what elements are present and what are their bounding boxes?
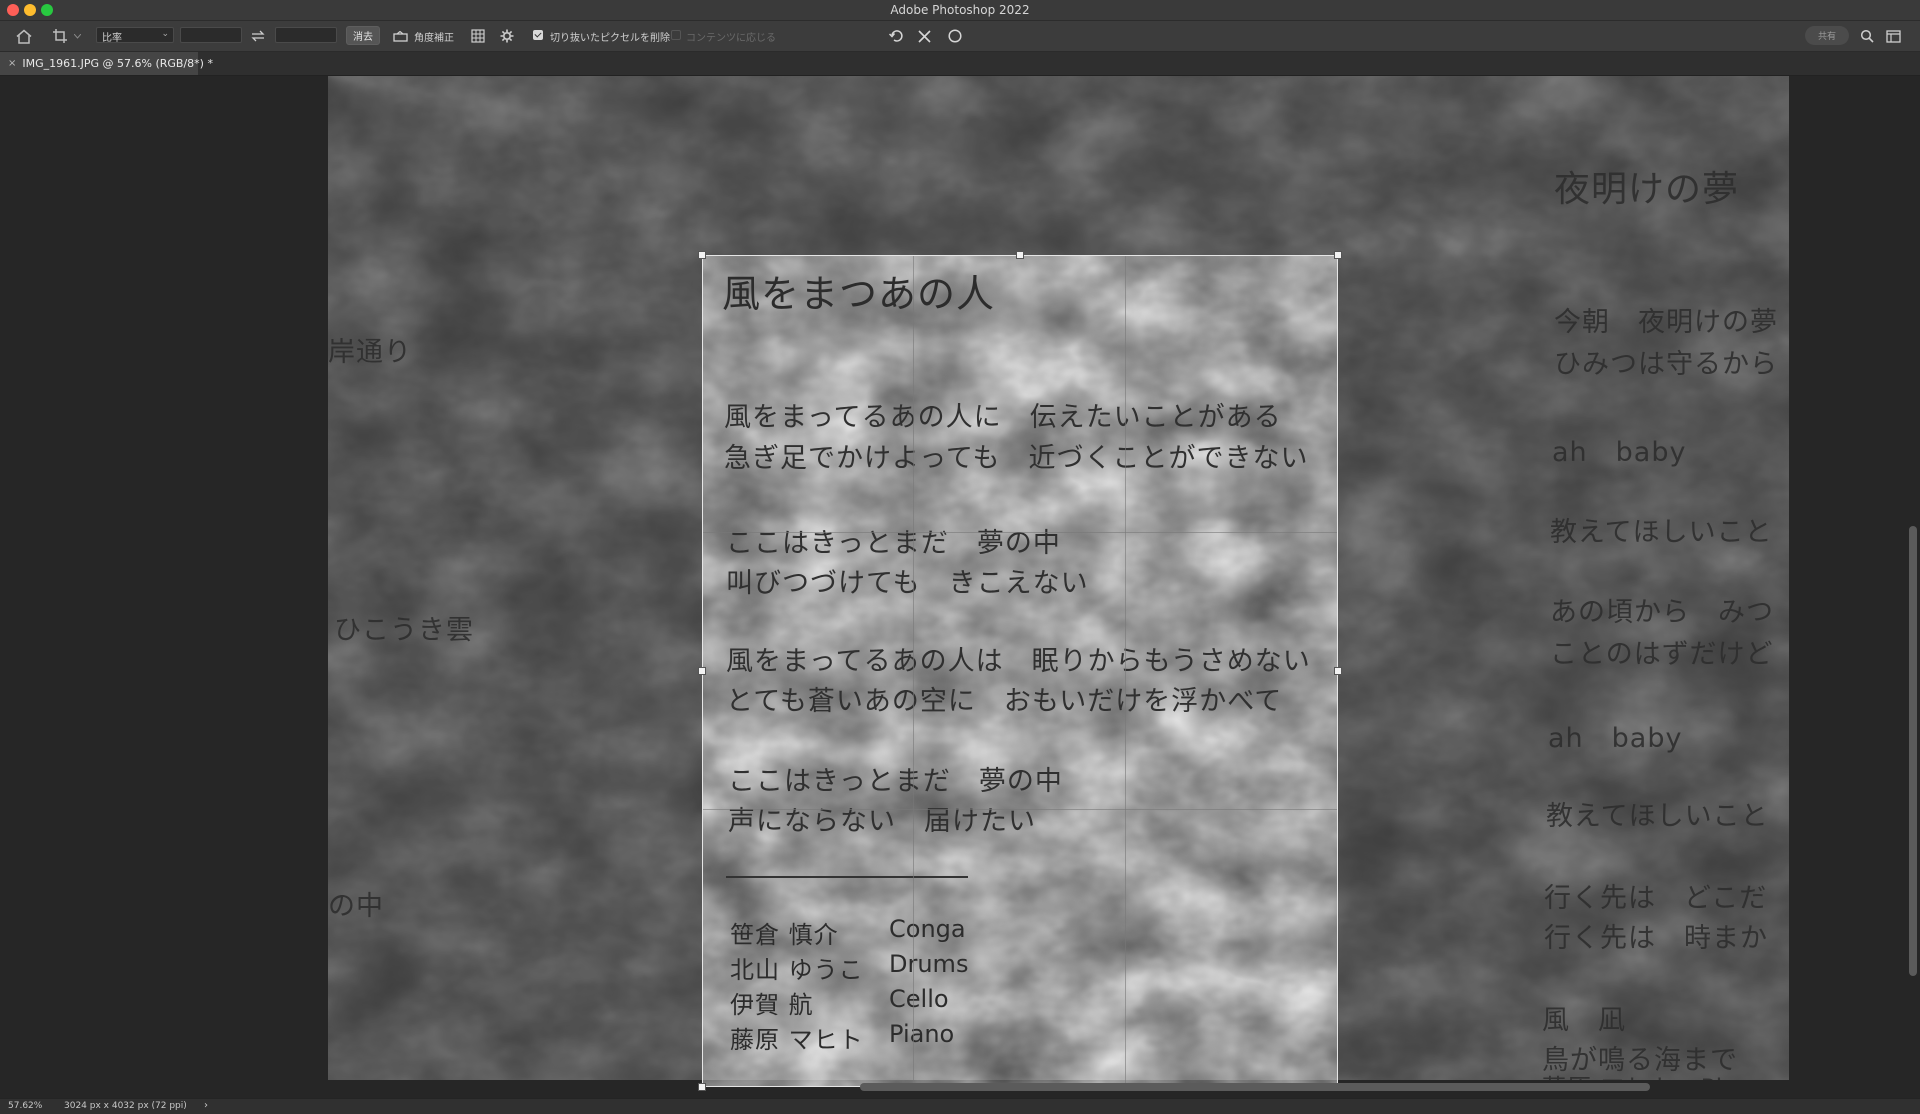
home-icon[interactable]: [14, 21, 34, 51]
lyric-line: 急ぎ足でかけよっても 近づくことができない: [724, 443, 1309, 474]
crop-handle-top-left[interactable]: [698, 251, 706, 259]
crop-width-input[interactable]: [180, 27, 242, 43]
delete-cropped-pixels-label: 切り抜いたピクセルを削除: [550, 33, 670, 44]
crop-grid-line: [702, 809, 1338, 810]
credit-instrument: Cello: [889, 985, 949, 1013]
straighten-icon[interactable]: [390, 21, 410, 51]
lyric-line: 声にならない 届けたい: [728, 806, 1036, 837]
status-menu-arrow-icon[interactable]: ›: [204, 1100, 208, 1111]
crop-grid-line: [913, 255, 914, 1087]
left-page-fragment: の中: [328, 891, 384, 922]
right-page-title: 夜明けの夢: [1554, 169, 1740, 210]
ratio-select[interactable]: 比率 ⌄: [96, 27, 174, 44]
search-icon[interactable]: [1857, 21, 1877, 51]
credit-instrument: Conga: [889, 915, 966, 943]
crop-height-input[interactable]: [275, 27, 337, 43]
left-page-fragment: ひこうき雲: [334, 615, 474, 646]
title-bar: Adobe Photoshop 2022: [0, 0, 1920, 21]
ratio-select-value: 比率: [102, 33, 122, 44]
crop-region[interactable]: 風をまつあの人 風をまってるあの人に 伝えたいことがある 急ぎ足でかけよっても …: [702, 255, 1338, 1087]
reset-crop-icon[interactable]: [886, 21, 906, 51]
crop-grid-line: [1125, 255, 1126, 1087]
close-icon[interactable]: ×: [8, 58, 16, 69]
straighten-label[interactable]: 角度補正: [414, 29, 454, 44]
lyric-line: 叫びつづけても きこえない: [726, 568, 1089, 599]
horizontal-scroll-thumb[interactable]: [860, 1083, 1650, 1091]
document-canvas[interactable]: 岸通り ひこうき雲 の中 夜明けの夢 今朝 夜明けの夢 ひみつは守るから ah …: [0, 76, 1920, 1098]
credit-name: 藤原 マヒト: [730, 1026, 864, 1054]
document-tab-label: IMG_1961.JPG @ 57.6% (RGB/8*) *: [22, 57, 213, 70]
crop-handle-left[interactable]: [698, 667, 706, 675]
right-page-line: 行く先は どこだ: [1544, 883, 1768, 914]
credit-name: 北山 ゆうこ: [730, 956, 864, 984]
credit-name: 笹倉 慎介: [730, 921, 839, 949]
lyric-line: 風をまってるあの人は 眠りからもうさめない: [726, 646, 1311, 677]
vertical-scrollbar[interactable]: [1908, 76, 1918, 1080]
document-tab[interactable]: × IMG_1961.JPG @ 57.6% (RGB/8*) *: [0, 52, 213, 75]
right-page-line: 藤原 マヒト Piano: [1542, 1068, 1771, 1080]
content-aware-checkbox[interactable]: [671, 30, 681, 40]
right-page-line: ah baby: [1552, 437, 1687, 468]
lyric-line: ここはきっとまだ 夢の中: [726, 528, 1061, 559]
credits-divider: [726, 876, 968, 878]
zoom-level[interactable]: 57.62%: [8, 1101, 42, 1111]
left-page-fragment: 岸通り: [328, 337, 412, 368]
right-page-line: 教えてほしいこと: [1550, 517, 1773, 548]
app-title: Adobe Photoshop 2022: [890, 3, 1030, 17]
cancel-crop-icon[interactable]: [914, 21, 934, 51]
document-tab-bar: × IMG_1961.JPG @ 57.6% (RGB/8*) *: [0, 52, 1920, 76]
lyric-line: 風をまってるあの人に 伝えたいことがある: [724, 402, 1282, 433]
content-aware-label: コンテンツに応じる: [686, 33, 776, 44]
tool-options-bar: 比率 ⌄ 消去 角度補正 切り抜いたピクセルを削除 コンテンツに応じる 共有: [0, 21, 1920, 52]
workspace-icon[interactable]: [1883, 21, 1903, 51]
commit-crop-icon[interactable]: [945, 21, 965, 51]
gear-icon[interactable]: [497, 21, 517, 51]
horizontal-scrollbar[interactable]: [0, 1082, 1906, 1092]
lyric-line: ここはきっとまだ 夢の中: [728, 766, 1063, 797]
song-title: 風をまつあの人: [722, 272, 996, 316]
right-page-line: あの頃から みつ: [1550, 597, 1774, 628]
crop-handle-right[interactable]: [1334, 667, 1342, 675]
crop-handle-top[interactable]: [1016, 251, 1024, 259]
lyric-line: とても蒼いあの空に おもいだけを浮かべて: [726, 686, 1283, 717]
chevron-down-icon: ⌄: [161, 29, 169, 39]
right-page-line: ことのはずだけど: [1550, 639, 1774, 670]
credit-instrument: Piano: [889, 1020, 955, 1048]
right-page-line: 今朝 夜明けの夢: [1554, 307, 1778, 338]
right-page-line: ひみつは守るから: [1554, 349, 1778, 380]
swap-dimensions-icon[interactable]: [248, 21, 268, 51]
vertical-scroll-thumb[interactable]: [1909, 526, 1917, 976]
delete-cropped-pixels-checkbox[interactable]: [533, 30, 543, 40]
right-page-line: 行く先は 時まか: [1544, 923, 1768, 954]
crop-tool-icon[interactable]: [50, 21, 70, 51]
right-page-line: 風 凪: [1542, 1005, 1626, 1036]
clear-button[interactable]: 消去: [346, 26, 380, 45]
tool-preset-chevron-icon[interactable]: [72, 21, 82, 51]
status-bar: 57.62% 3024 px x 4032 px (72 ppi) ›: [0, 1098, 1920, 1114]
credit-instrument: Drums: [889, 950, 969, 978]
right-page-line: 教えてほしいこと: [1546, 801, 1769, 832]
credit-name: 伊賀 航: [730, 991, 814, 1019]
crop-grid-line: [702, 532, 1338, 533]
grid-overlay-icon[interactable]: [468, 21, 488, 51]
share-button[interactable]: 共有: [1805, 26, 1849, 45]
crop-handle-top-right[interactable]: [1334, 251, 1342, 259]
document-dimensions: 3024 px x 4032 px (72 ppi): [64, 1101, 187, 1111]
right-page-line: ah baby: [1548, 723, 1683, 754]
